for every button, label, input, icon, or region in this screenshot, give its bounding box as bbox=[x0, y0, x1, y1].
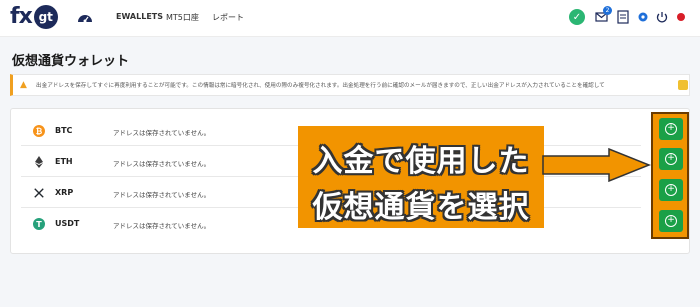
callout-line-2: 仮想通貨を選択 bbox=[312, 190, 530, 225]
xrp-icon bbox=[33, 187, 45, 199]
nav-mt5-account[interactable]: MT5口座 bbox=[166, 12, 199, 23]
coin-symbol: BTC bbox=[55, 126, 73, 135]
logo-text: fx bbox=[10, 4, 33, 29]
top-navigation-bar: fx gt EWALLETS MT5口座 レポート ✓ 2 bbox=[0, 0, 700, 37]
coin-symbol: ETH bbox=[55, 157, 73, 166]
ethereum-icon bbox=[35, 156, 43, 168]
bitcoin-icon: ₿ bbox=[33, 125, 45, 137]
alert-message: 出金アドレスを保存してすぐに再度利用することが可能です。この情報は常に暗号化され… bbox=[36, 83, 605, 89]
dashboard-icon[interactable] bbox=[76, 9, 94, 27]
coin-address-status: アドレスは保存されていません。 bbox=[113, 222, 211, 230]
check-icon[interactable]: ✓ bbox=[569, 9, 585, 25]
plus-circle-icon: + bbox=[665, 123, 677, 135]
logo-badge: gt bbox=[33, 5, 58, 29]
alert-dismiss-button[interactable] bbox=[678, 80, 688, 90]
fxgt-logo[interactable]: fx gt bbox=[10, 4, 58, 30]
plus-circle-icon: + bbox=[665, 215, 677, 227]
document-icon[interactable] bbox=[616, 9, 630, 25]
coin-address-status: アドレスは保存されていません。 bbox=[113, 191, 211, 199]
coin-address-status: アドレスは保存されていません。 bbox=[113, 129, 211, 137]
instruction-callout: 入金で使用した 仮想通貨を選択 bbox=[298, 126, 544, 228]
power-icon[interactable] bbox=[655, 9, 669, 25]
nav-reports[interactable]: レポート bbox=[212, 12, 244, 23]
notification-count-badge: 2 bbox=[603, 6, 612, 15]
info-alert: ▲ 出金アドレスを保存してすぐに再度利用することが可能です。この情報は常に暗号化… bbox=[10, 74, 690, 96]
add-address-button-usdt[interactable]: + bbox=[659, 210, 683, 232]
plus-circle-icon: + bbox=[665, 184, 677, 196]
add-address-button-xrp[interactable]: + bbox=[659, 179, 683, 201]
language-flag-icon[interactable] bbox=[677, 13, 685, 21]
page-title: 仮想通貨ウォレット bbox=[12, 54, 130, 69]
coin-symbol: XRP bbox=[55, 188, 74, 197]
nav-ewallets[interactable]: EWALLETS bbox=[116, 12, 163, 21]
warning-icon: ▲ bbox=[20, 80, 27, 90]
coin-address-status: アドレスは保存されていません。 bbox=[113, 160, 211, 168]
pointer-arrow-icon bbox=[542, 148, 652, 182]
callout-line-1: 入金で使用した bbox=[312, 144, 530, 179]
add-address-button-eth[interactable]: + bbox=[659, 148, 683, 170]
coin-symbol: USDT bbox=[55, 219, 80, 228]
plus-circle-icon: + bbox=[665, 153, 677, 165]
tether-icon: T bbox=[33, 218, 45, 230]
add-address-button-btc[interactable]: + bbox=[659, 118, 683, 140]
gear-icon[interactable] bbox=[636, 9, 650, 25]
